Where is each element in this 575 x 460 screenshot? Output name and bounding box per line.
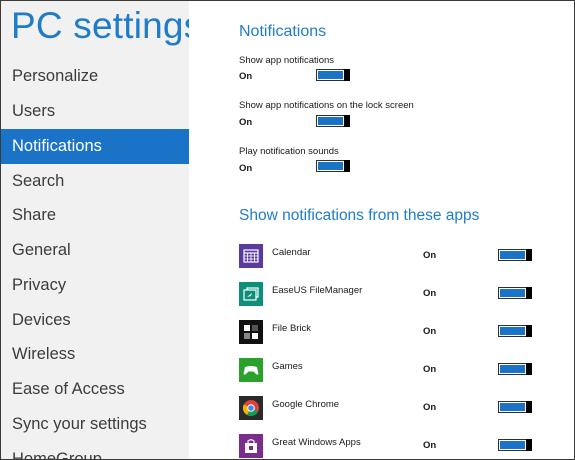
windows-store-icon bbox=[239, 434, 263, 458]
sidebar: PC settings Personalize Users Notificati… bbox=[1, 1, 189, 459]
sidebar-item-ease-of-access[interactable]: Ease of Access bbox=[1, 372, 189, 407]
sidebar-item-homegroup[interactable]: HomeGroup bbox=[1, 442, 189, 459]
sidebar-item-devices[interactable]: Devices bbox=[1, 303, 189, 338]
app-name-google-chrome: Google Chrome bbox=[272, 399, 340, 410]
app-state-great-windows-apps: On bbox=[423, 440, 437, 451]
section-title: Notifications bbox=[239, 23, 327, 40]
app-state-easeus-filemanager: On bbox=[423, 288, 437, 299]
app-title: PC settings bbox=[11, 5, 189, 46]
app-name-easeus-filemanager: EaseUS FileManager bbox=[272, 285, 363, 296]
toggle-thumb bbox=[526, 325, 532, 337]
setting-label-notification-sounds: Play notification sounds bbox=[239, 146, 339, 157]
sidebar-item-privacy[interactable]: Privacy bbox=[1, 268, 189, 303]
toggle-fill bbox=[500, 365, 525, 373]
app-row-games: Games On bbox=[239, 358, 574, 386]
toggle-thumb bbox=[526, 363, 532, 375]
app-state-google-chrome: On bbox=[423, 402, 437, 413]
sidebar-item-users[interactable]: Users bbox=[1, 94, 189, 129]
app-name-calendar: Calendar bbox=[272, 247, 311, 258]
toggle-fill bbox=[500, 403, 525, 411]
app-name-games: Games bbox=[272, 361, 303, 372]
app-name-file-brick: File Brick bbox=[272, 323, 312, 334]
chrome-icon bbox=[239, 396, 263, 420]
toggle-fill bbox=[500, 251, 525, 259]
file-brick-icon bbox=[239, 320, 263, 344]
toggle-thumb bbox=[526, 439, 532, 451]
game-controller-icon bbox=[239, 358, 263, 382]
setting-state-show-app-notifications: On bbox=[239, 71, 253, 82]
setting-label-lock-screen-notifications: Show app notifications on the lock scree… bbox=[239, 100, 414, 111]
sidebar-item-sync-your-settings[interactable]: Sync your settings bbox=[1, 407, 189, 442]
app-state-file-brick: On bbox=[423, 326, 437, 337]
setting-state-lock-screen-notifications: On bbox=[239, 117, 253, 128]
google-chrome-notifications-toggle[interactable] bbox=[498, 401, 532, 413]
toggle-fill bbox=[318, 162, 343, 170]
easeus-filemanager-notifications-toggle[interactable] bbox=[498, 287, 532, 299]
app-row-file-brick: File Brick On bbox=[239, 320, 574, 348]
toggle-fill bbox=[500, 327, 525, 335]
sidebar-item-share[interactable]: Share bbox=[1, 198, 189, 233]
calendar-icon bbox=[239, 244, 263, 268]
toggle-thumb bbox=[526, 401, 532, 413]
toggle-thumb bbox=[344, 160, 350, 172]
app-state-calendar: On bbox=[423, 250, 437, 261]
sidebar-item-notifications[interactable]: Notifications bbox=[1, 129, 189, 164]
notification-sounds-toggle[interactable] bbox=[316, 160, 350, 172]
app-row-calendar: Calendar On bbox=[239, 244, 574, 272]
app-row-google-chrome: Google Chrome On bbox=[239, 396, 574, 424]
toggle-fill bbox=[500, 441, 525, 449]
great-windows-apps-notifications-toggle[interactable] bbox=[498, 439, 532, 451]
main-panel: Notifications Show app notifications On … bbox=[189, 1, 574, 459]
app-name-great-windows-apps: Great Windows Apps bbox=[272, 437, 361, 448]
toggle-fill bbox=[318, 71, 343, 79]
apps-section-title: Show notifications from these apps bbox=[239, 207, 480, 224]
sidebar-item-personalize[interactable]: Personalize bbox=[1, 59, 189, 94]
file-manager-icon bbox=[239, 282, 263, 306]
sidebar-item-general[interactable]: General bbox=[1, 233, 189, 268]
toggle-thumb bbox=[344, 69, 350, 81]
app-state-games: On bbox=[423, 364, 437, 375]
toggle-thumb bbox=[526, 287, 532, 299]
toggle-thumb bbox=[526, 249, 532, 261]
toggle-fill bbox=[318, 117, 343, 125]
sidebar-item-search[interactable]: Search bbox=[1, 164, 189, 199]
sidebar-item-wireless[interactable]: Wireless bbox=[1, 337, 189, 372]
setting-state-notification-sounds: On bbox=[239, 163, 253, 174]
file-brick-notifications-toggle[interactable] bbox=[498, 325, 532, 337]
toggle-thumb bbox=[344, 115, 350, 127]
setting-label-show-app-notifications: Show app notifications bbox=[239, 55, 335, 66]
lock-screen-notifications-toggle[interactable] bbox=[316, 115, 350, 127]
app-row-easeus-filemanager: EaseUS FileManager On bbox=[239, 282, 574, 310]
toggle-fill bbox=[500, 289, 525, 297]
pc-settings-window: PC settings Personalize Users Notificati… bbox=[0, 0, 575, 460]
app-row-great-windows-apps: Great Windows Apps On bbox=[239, 434, 574, 459]
show-app-notifications-toggle[interactable] bbox=[316, 69, 350, 81]
games-notifications-toggle[interactable] bbox=[498, 363, 532, 375]
calendar-notifications-toggle[interactable] bbox=[498, 249, 532, 261]
